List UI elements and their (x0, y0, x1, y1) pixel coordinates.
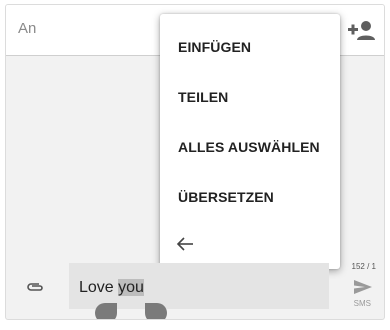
selection-handle-end[interactable] (145, 303, 167, 319)
text-selection-menu: EINFÜGEN TEILEN ALLES AUSWÄHLEN ÜBERSETZ… (160, 14, 340, 269)
person-add-icon[interactable] (346, 18, 376, 42)
selection-handle-start[interactable] (95, 303, 117, 319)
character-counter: 152 / 1 (351, 262, 376, 271)
menu-item-paste[interactable]: EINFÜGEN (178, 39, 251, 55)
menu-item-share[interactable]: TEILEN (178, 89, 228, 105)
paperclip-icon[interactable] (25, 281, 45, 293)
send-mode-label: SMS (353, 299, 371, 308)
arrow-left-icon[interactable] (176, 236, 194, 252)
menu-item-translate[interactable]: ÜBERSETZEN (178, 189, 274, 205)
menu-item-select-all[interactable]: ALLES AUSWÄHLEN (178, 139, 320, 155)
selected-text: you (118, 279, 144, 296)
send-icon[interactable] (353, 279, 373, 295)
recipient-label: An (18, 20, 37, 37)
message-text-unselected: Love (79, 279, 119, 296)
messaging-screen: An EINFÜGEN TEILEN ALLES AUSWÄHLEN ÜBERS… (5, 4, 385, 320)
message-text[interactable]: Love you (79, 279, 144, 297)
